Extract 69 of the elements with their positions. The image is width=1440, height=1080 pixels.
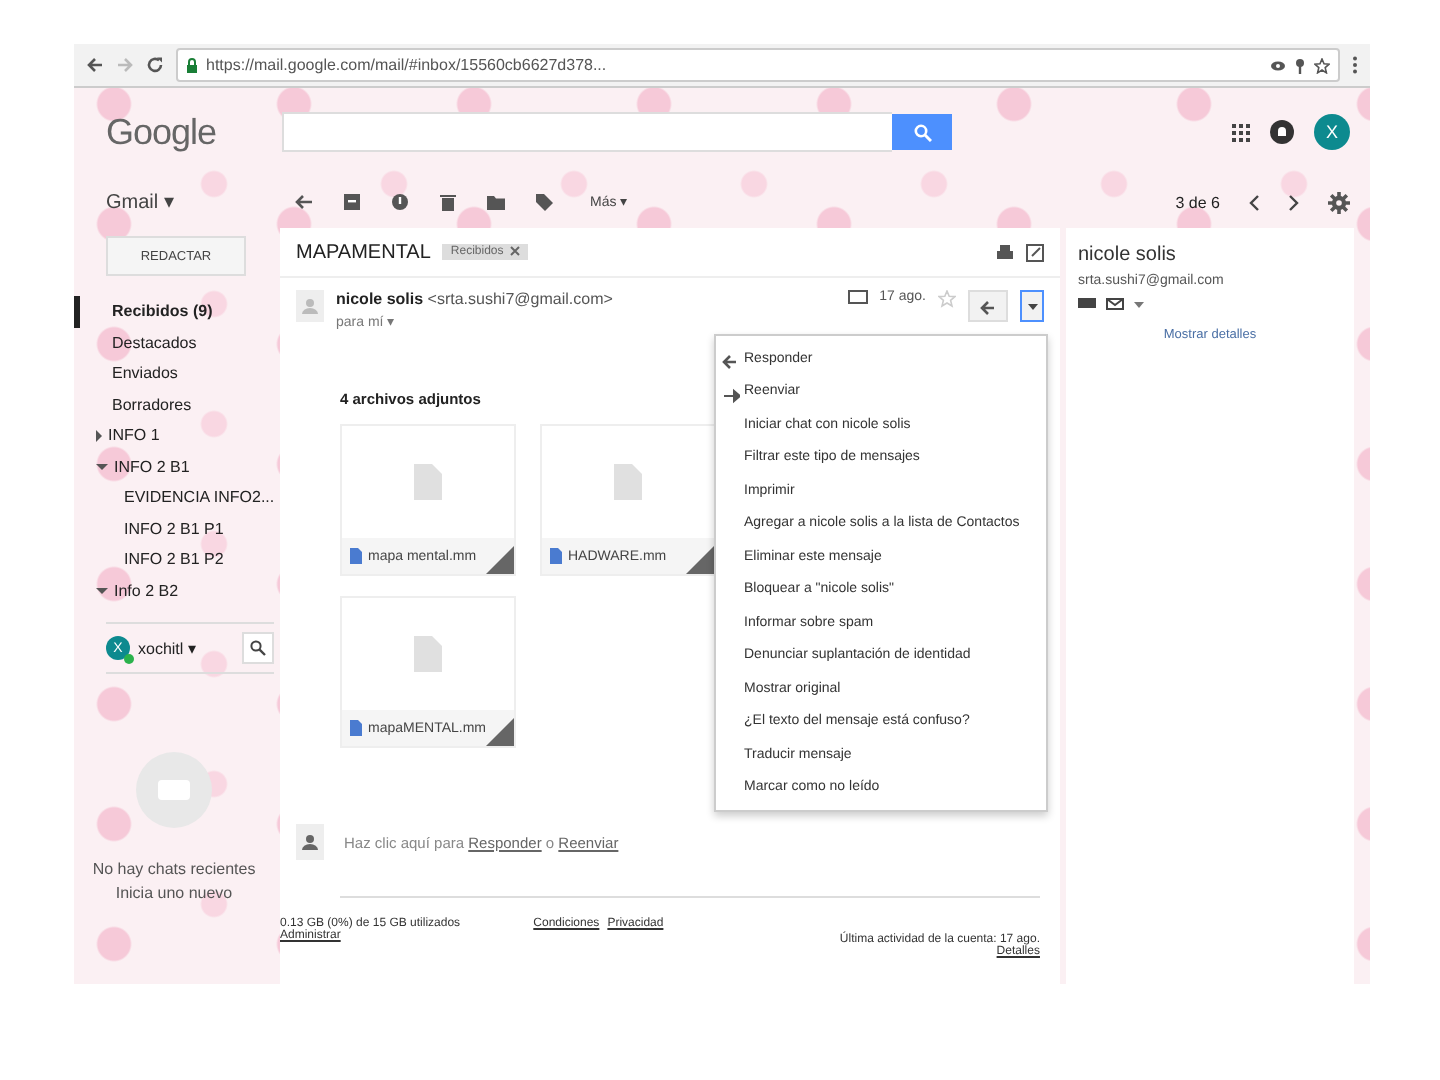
file-icon xyxy=(414,636,442,672)
empty-chat-text: No hay chats recientes xyxy=(90,858,258,882)
reply-button[interactable] xyxy=(968,290,1008,322)
new-window-icon[interactable] xyxy=(1026,243,1044,261)
forward-arrow-icon xyxy=(722,385,740,403)
eye-icon[interactable] xyxy=(1270,59,1286,71)
spam-icon[interactable] xyxy=(390,192,410,212)
page-fold-icon xyxy=(486,546,514,574)
next-icon[interactable] xyxy=(1288,193,1300,211)
label-item[interactable]: INFO 2 B1 xyxy=(74,451,274,482)
page-fold-icon xyxy=(686,546,714,574)
tag-icon[interactable] xyxy=(534,192,554,212)
email-icon[interactable] xyxy=(1106,296,1124,312)
label-item[interactable]: Enviados xyxy=(74,358,274,389)
notifications-icon[interactable] xyxy=(1270,120,1294,144)
apps-grid-icon[interactable] xyxy=(1232,123,1250,141)
back-icon[interactable] xyxy=(86,56,104,74)
lock-icon xyxy=(186,57,198,73)
chat-user-name[interactable]: xochitl ▾ xyxy=(138,639,196,657)
label-item[interactable]: INFO 2 B1 P1 xyxy=(74,513,274,544)
chat-search-button[interactable] xyxy=(242,632,274,664)
google-logo: Google xyxy=(106,111,219,153)
folder-icon[interactable] xyxy=(486,192,506,212)
file-icon xyxy=(414,464,442,500)
back-arrow-icon[interactable] xyxy=(294,192,314,212)
reply-arrow-icon xyxy=(722,352,740,370)
caret-icon xyxy=(1027,303,1037,309)
more-vert-icon[interactable] xyxy=(1352,56,1358,74)
gmail-menu[interactable]: Gmail ▾ xyxy=(106,190,266,214)
label-item[interactable]: Info 2 B2 xyxy=(74,575,274,606)
search-field[interactable] xyxy=(282,112,892,152)
person-icon xyxy=(302,834,318,850)
document-icon xyxy=(350,720,362,736)
reply-arrow-icon xyxy=(979,297,997,315)
search-button[interactable] xyxy=(892,114,952,150)
key-icon[interactable] xyxy=(1294,57,1306,73)
sender-email: <srta.sushi7@gmail.com> xyxy=(427,290,613,308)
label-item[interactable]: EVIDENCIA INFO2... xyxy=(74,482,274,513)
search-icon xyxy=(250,640,266,656)
address-bar[interactable]: https://mail.google.com/mail/#inbox/15560cb6627d378... xyxy=(176,48,1340,82)
chat-bubble-icon xyxy=(134,750,214,830)
page-fold-icon xyxy=(486,718,514,746)
sender-name-text: nicole solis xyxy=(336,290,426,308)
account-avatar[interactable]: X xyxy=(1314,114,1350,150)
trash-icon[interactable] xyxy=(438,192,458,212)
label-item[interactable]: INFO 1 xyxy=(74,420,274,451)
contact-name: nicole solis xyxy=(1078,244,1178,266)
more-options-button[interactable] xyxy=(1020,290,1044,322)
subject-text: MAPAMENTAL xyxy=(296,241,431,263)
print-icon[interactable] xyxy=(996,243,1014,261)
file-icon xyxy=(614,464,642,500)
star-icon[interactable] xyxy=(1314,57,1330,73)
caret-icon[interactable] xyxy=(1134,301,1144,307)
empty-chat-text: Inicia uno nuevo xyxy=(113,882,235,906)
archive-icon[interactable] xyxy=(342,192,362,212)
pager-text: 3 de 6 xyxy=(1175,193,1220,211)
close-icon[interactable] xyxy=(509,246,520,256)
reload-icon[interactable] xyxy=(146,56,164,74)
label-item[interactable]: Destacados xyxy=(74,327,274,358)
person-icon xyxy=(302,298,318,314)
document-icon xyxy=(550,548,562,564)
label-item[interactable]: Recibidos (9) xyxy=(74,296,274,327)
document-icon xyxy=(350,548,362,564)
previous-icon[interactable] xyxy=(1248,193,1260,211)
url-text: https://mail.google.com/mail/#inbox/15560cb6627d378... xyxy=(206,56,609,74)
settings-icon[interactable] xyxy=(1328,191,1350,213)
search-icon xyxy=(913,123,931,141)
label-item[interactable]: INFO 2 B1 P2 xyxy=(74,544,274,575)
label-item[interactable]: Borradores xyxy=(74,389,274,420)
